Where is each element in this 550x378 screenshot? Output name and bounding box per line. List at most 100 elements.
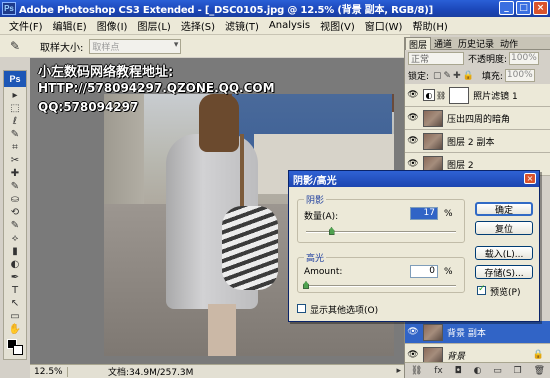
- watermark-line-3: QQ:578094297: [38, 100, 139, 114]
- layer-name[interactable]: 图层 2: [447, 158, 474, 171]
- menu-help[interactable]: 帮助(H): [407, 18, 452, 33]
- eyedropper-icon[interactable]: ✎: [6, 38, 24, 54]
- lock-icon: 🔒: [532, 350, 544, 360]
- visibility-eye-icon[interactable]: 👁: [405, 90, 421, 100]
- layer-row[interactable]: 👁 ◐ ⛓ 照片滤镜 1: [405, 84, 550, 107]
- panel-tabs: 图层 通道 历史记录 动作: [405, 37, 550, 51]
- layer-row-selected[interactable]: 👁 背景 副本: [405, 321, 550, 344]
- visibility-eye-icon[interactable]: 👁: [405, 113, 421, 123]
- layer-link-icon: ⛓: [436, 90, 447, 100]
- menu-select[interactable]: 选择(S): [176, 18, 220, 33]
- trash-icon[interactable]: 🗑: [534, 366, 545, 376]
- highlights-slider-track[interactable]: [306, 285, 456, 287]
- marquee-tool-icon[interactable]: ⬚: [4, 102, 26, 115]
- menu-file[interactable]: 文件(F): [4, 18, 48, 33]
- healing-tool-icon[interactable]: ✚: [4, 167, 26, 180]
- maximize-button[interactable]: □: [516, 1, 531, 15]
- ok-button[interactable]: 确定: [475, 202, 533, 216]
- background-color-swatch[interactable]: [13, 345, 23, 355]
- lock-options-icon[interactable]: ▢✎✚🔒: [433, 71, 476, 81]
- layer-name[interactable]: 背景 副本: [447, 326, 486, 339]
- tab-layers[interactable]: 图层: [405, 37, 432, 51]
- mask-icon[interactable]: ◘: [455, 366, 462, 376]
- layer-name[interactable]: 照片滤镜 1: [473, 89, 518, 102]
- highlights-amount-input[interactable]: 0: [410, 265, 438, 278]
- path-select-tool-icon[interactable]: ↖: [4, 297, 26, 310]
- move-tool-icon[interactable]: ▸: [4, 89, 26, 102]
- visibility-eye-icon[interactable]: 👁: [405, 327, 421, 337]
- show-more-options-label[interactable]: 显示其他选项(O): [310, 303, 378, 316]
- history-brush-tool-icon[interactable]: ⟲: [4, 206, 26, 219]
- lasso-tool-icon[interactable]: ℓ: [4, 115, 26, 128]
- menu-window[interactable]: 窗口(W): [360, 18, 408, 33]
- shadows-amount-input[interactable]: 17: [410, 207, 438, 220]
- dialog-close-button[interactable]: ×: [524, 173, 536, 184]
- status-menu-arrow-icon[interactable]: ▸: [396, 366, 401, 376]
- folder-icon[interactable]: ▭: [493, 366, 502, 376]
- menu-filter[interactable]: 滤镜(T): [220, 18, 264, 33]
- layer-thumbnail[interactable]: [423, 346, 443, 364]
- tab-actions[interactable]: 动作: [497, 37, 521, 50]
- fx-icon[interactable]: fx: [434, 366, 443, 376]
- slice-tool-icon[interactable]: ✂: [4, 154, 26, 167]
- layer-row[interactable]: 👁 压出四周的暗角: [405, 107, 550, 130]
- menu-analysis[interactable]: Analysis: [264, 20, 315, 31]
- type-tool-icon[interactable]: T: [4, 284, 26, 297]
- load-button[interactable]: 载入(L)...: [475, 246, 533, 260]
- zoom-level[interactable]: 12.5%: [30, 366, 68, 377]
- link-icon[interactable]: ⛓: [411, 366, 422, 376]
- highlights-amount-label: Amount:: [304, 267, 343, 277]
- crop-tool-icon[interactable]: ⌗: [4, 141, 26, 154]
- tab-channels[interactable]: 通道: [431, 37, 455, 50]
- layer-name[interactable]: 图层 2 副本: [447, 135, 494, 148]
- highlights-slider-thumb[interactable]: [303, 281, 309, 289]
- dodge-tool-icon[interactable]: ◐: [4, 258, 26, 271]
- eraser-tool-icon[interactable]: ✎: [4, 219, 26, 232]
- brush-tool-icon[interactable]: ✎: [4, 180, 26, 193]
- blur-tool-icon[interactable]: ⟡: [4, 232, 26, 245]
- adjustment-icon[interactable]: ◐: [474, 366, 482, 376]
- menu-bar: 文件(F) 编辑(E) 图像(I) 图层(L) 选择(S) 滤镜(T) Anal…: [0, 17, 550, 35]
- visibility-eye-icon[interactable]: 👁: [405, 136, 421, 146]
- toolbox: Ps ▸ ⬚ ℓ ✎ ⌗ ✂ ✚ ✎ ⛀ ⟲ ✎ ⟡ ▮ ◐ ✒ T ↖ ▭ ✋: [3, 70, 27, 360]
- sample-size-select[interactable]: 取样点: [89, 38, 182, 54]
- save-button[interactable]: 存储(S)...: [475, 265, 533, 279]
- fill-label: 填充:: [481, 72, 503, 82]
- close-button[interactable]: ×: [533, 1, 548, 15]
- blend-mode-select[interactable]: 正常: [408, 52, 464, 65]
- highlights-group: 高光 Amount: 0 %: [297, 251, 465, 293]
- quick-select-tool-icon[interactable]: ✎: [4, 128, 26, 141]
- layer-thumbnail[interactable]: [423, 109, 443, 127]
- menu-image[interactable]: 图像(I): [92, 18, 133, 33]
- pen-tool-icon[interactable]: ✒: [4, 271, 26, 284]
- show-more-options-checkbox[interactable]: [297, 304, 306, 313]
- layer-mask-thumbnail[interactable]: [449, 86, 470, 104]
- layer-row[interactable]: 👁 图层 2 副本: [405, 130, 550, 153]
- layer-thumbnail[interactable]: [423, 323, 443, 341]
- layer-name[interactable]: 背景: [447, 349, 465, 362]
- visibility-eye-icon[interactable]: 👁: [405, 159, 421, 169]
- menu-edit[interactable]: 编辑(E): [48, 18, 92, 33]
- minimize-button[interactable]: _: [499, 1, 514, 15]
- menu-layer[interactable]: 图层(L): [132, 18, 175, 33]
- window-title: Adobe Photoshop CS3 Extended - [_DSC0105…: [19, 5, 434, 16]
- new-layer-icon[interactable]: ❐: [514, 366, 522, 376]
- shape-tool-icon[interactable]: ▭: [4, 310, 26, 323]
- fill-input[interactable]: 100%: [504, 69, 535, 82]
- highlights-unit: %: [444, 267, 453, 277]
- stamp-tool-icon[interactable]: ⛀: [4, 193, 26, 206]
- opacity-input[interactable]: 100%: [509, 52, 540, 65]
- preview-checkbox[interactable]: [477, 284, 486, 295]
- tab-history[interactable]: 历史记录: [455, 37, 497, 50]
- visibility-eye-icon[interactable]: 👁: [405, 350, 421, 360]
- options-bar: ✎ 取样大小: 取样点: [0, 35, 410, 57]
- preview-label[interactable]: 预览(P): [490, 285, 520, 298]
- dialog-title[interactable]: 阴影/高光: [289, 171, 539, 187]
- reset-button[interactable]: 复位: [475, 221, 533, 235]
- gradient-tool-icon[interactable]: ▮: [4, 245, 26, 258]
- shadows-slider-thumb[interactable]: [328, 227, 335, 235]
- menu-view[interactable]: 视图(V): [315, 18, 360, 33]
- layer-name[interactable]: 压出四周的暗角: [447, 112, 510, 125]
- hand-tool-icon[interactable]: ✋: [4, 323, 26, 336]
- layer-thumbnail[interactable]: [423, 132, 443, 150]
